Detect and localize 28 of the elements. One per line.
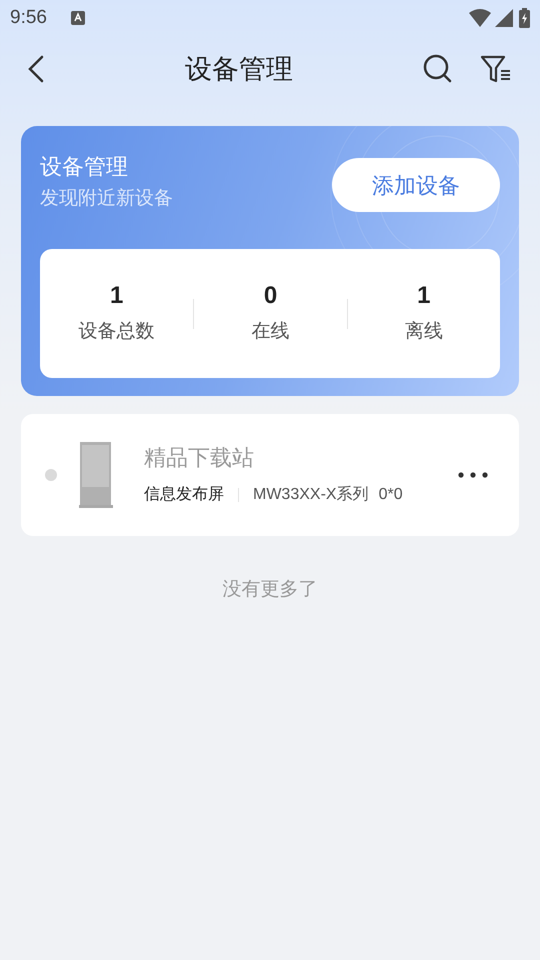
summary-subtitle: 发现附近新设备 — [40, 187, 173, 211]
end-of-list-text: 没有更多了 — [222, 578, 318, 602]
display-stand-icon — [79, 442, 113, 508]
more-icon — [458, 472, 488, 478]
filter-button[interactable] — [480, 53, 512, 85]
search-button[interactable] — [422, 53, 454, 85]
stat-label: 设备总数 — [78, 320, 155, 344]
add-device-button[interactable]: 添加设备 — [332, 158, 500, 212]
stat-value: 0 — [264, 281, 278, 312]
status-time: 9:56 — [10, 6, 47, 30]
stat-value: 1 — [417, 281, 430, 312]
device-type: 信息发布屏 — [144, 485, 224, 505]
device-model: MW33XX-X系列 — [253, 484, 369, 505]
stat-label: 在线 — [251, 320, 290, 344]
device-resolution: 0*0 — [378, 485, 403, 505]
stat-value: 1 — [110, 281, 124, 312]
battery-icon — [519, 8, 530, 28]
keyboard-icon — [70, 11, 85, 25]
device-card[interactable]: 精品下载站 信息发布屏 MW33XX-X系列 0*0 — [21, 414, 519, 536]
wifi-icon — [469, 9, 491, 27]
page-title: 设备管理 — [185, 52, 293, 86]
device-name: 精品下载站 — [144, 444, 255, 472]
back-icon — [28, 55, 44, 83]
search-icon — [423, 54, 453, 84]
filter-icon — [480, 55, 512, 83]
signal-icon — [495, 9, 513, 27]
stat-label: 离线 — [404, 320, 443, 344]
summary-title: 设备管理 — [40, 153, 129, 181]
